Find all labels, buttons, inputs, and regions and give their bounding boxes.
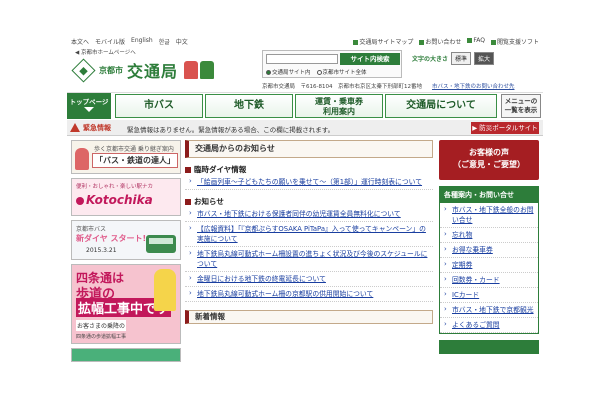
side-link[interactable]: 市バス・地下鉄全般のお問い合せ <box>440 203 538 228</box>
nav-tab-subway[interactable]: 地下鉄 <box>205 94 293 118</box>
special-schedule-heading: 臨時ダイヤ情報 <box>185 164 433 175</box>
logo-city: 京都市 <box>99 65 123 75</box>
banner-column: 歩く京都市交通 乗り継ぎ案内 「バス・鉄道の達人」 便利・おしゃれ・楽しい駅ナカ… <box>71 140 181 366</box>
kotochika-logo-icon <box>76 197 84 205</box>
city-emblem-icon <box>71 57 96 83</box>
new-info-heading: 新着情報 <box>185 310 433 324</box>
search-box: サイト内検索 交通局サイト内 京都市サイト全体 <box>262 50 402 78</box>
help-icon <box>467 38 473 43</box>
util-link-sitemap[interactable]: 交通局サイトマップ <box>353 37 413 46</box>
banner-new-timetable[interactable]: 京都市バス 新ダイヤ スタート! 2015.3.21 <box>71 220 181 260</box>
mascot-icon <box>184 61 215 79</box>
mail-icon <box>419 40 425 45</box>
disaster-portal-button[interactable]: ▶ 防災ポータルサイト <box>471 122 539 134</box>
util-link-english[interactable]: English <box>131 37 153 46</box>
util-link-contact[interactable]: お問い合わせ <box>419 37 461 46</box>
side-green-bar <box>439 340 539 354</box>
utility-bar: 本文へ モバイル版 English 한글 中文 交通局サイトマップ お問い合わせ… <box>67 36 543 46</box>
radio-all[interactable]: 京都市サイト全体 <box>316 68 367 76</box>
side-link[interactable]: 忘れ物 <box>440 228 538 243</box>
square-bullet-icon <box>185 166 191 173</box>
nav-top-page[interactable]: トップページ <box>67 93 111 119</box>
util-link-chinese[interactable]: 中文 <box>176 37 188 46</box>
main-content: 交通局からのお知らせ 臨時ダイヤ情報 「絵画列車〜子どもたちの願いを乗せて〜（第… <box>185 140 433 324</box>
emergency-message: 緊急情報はありません。緊急情報がある場合、この欄に掲載されます。 <box>127 126 335 134</box>
emergency-bar: 緊急情報 緊急情報はありません。緊急情報がある場合、この欄に掲載されます。 ▶ … <box>67 120 543 136</box>
side-link[interactable]: 回数券・カード <box>440 273 538 288</box>
search-input[interactable] <box>266 54 338 64</box>
sitemap-icon <box>353 40 359 45</box>
nav-tab-about[interactable]: 交通局について <box>385 94 497 118</box>
notice-link[interactable]: 「絵画列車〜子どもたちの願いを乗せて〜（第1部）」運行時刻表について <box>185 175 433 190</box>
notice-link[interactable]: 地下鉄烏丸線可動式ホーム柵設置の進ちょく状況及び今後のスケジュールについて <box>185 247 433 272</box>
customer-voice-button[interactable]: お客様の声 （ご意見・ご要望） <box>439 140 539 180</box>
notice-link[interactable]: 【広報資料】「『京都ぷらすOSAKA PiTaPa』入って使ってキャンペーン」の… <box>185 222 433 247</box>
nav-tab-bus[interactable]: 市バス <box>115 94 203 118</box>
search-button[interactable]: サイト内検索 <box>340 53 400 65</box>
banner-green[interactable] <box>71 348 181 362</box>
notice-link[interactable]: 金曜日における地下鉄の終電延長について <box>185 272 433 287</box>
font-size-control: 文字の大きさ 標準 拡大 <box>412 52 495 65</box>
arrow-down-icon <box>84 107 94 112</box>
global-nav: トップページ 市バス 地下鉄 運賃・乗車券 利用案内 交通局について メニューの… <box>67 92 543 119</box>
site-logo[interactable]: 京都市 交通局 <box>71 57 215 83</box>
header: ◀ 京都市ホームページへ 京都市 交通局 サイト内検索 交通局サイト内 京都市サ… <box>67 46 543 92</box>
notice-link[interactable]: 市バス・地下鉄における保護者同伴の幼児運賃全員無料化について <box>185 207 433 222</box>
banner-shijo-construction[interactable]: 四条通は 歩道の 拡幅工事中です お客さまの乗降の 四条通の歩道拡幅工事 <box>71 264 181 344</box>
warning-icon <box>70 123 80 132</box>
radio-site[interactable]: 交通局サイト内 <box>266 68 311 76</box>
util-link-mobile[interactable]: モバイル版 <box>95 37 125 46</box>
bus-icon <box>146 235 176 253</box>
side-link[interactable]: 市バス・地下鉄で京都観光 <box>440 303 538 318</box>
side-link[interactable]: お得な乗車券 <box>440 243 538 258</box>
logo-bureau: 交通局 <box>127 62 179 81</box>
util-link-korean[interactable]: 한글 <box>159 37 170 46</box>
side-link[interactable]: 定期券 <box>440 258 538 273</box>
emergency-title: 緊急情報 <box>83 124 111 132</box>
banner-kotochika[interactable]: 便利・おしゃれ・楽しい駅ナカ Kotochika <box>71 178 181 216</box>
city-homepage-link[interactable]: ◀ 京都市ホームページへ <box>75 48 136 56</box>
nav-tab-fares[interactable]: 運賃・乗車券 利用案内 <box>295 94 383 118</box>
util-link-faq[interactable]: FAQ <box>467 37 485 46</box>
banner-transit-master[interactable]: 歩く京都市交通 乗り継ぎ案内 「バス・鉄道の達人」 <box>71 140 181 174</box>
util-link-main[interactable]: 本文へ <box>71 37 89 46</box>
announcements-heading: お知らせ <box>185 196 433 207</box>
util-link-accessibility[interactable]: 閲覧支援ソフト <box>490 37 539 46</box>
font-standard-button[interactable]: 標準 <box>451 52 472 65</box>
square-bullet-icon <box>185 198 191 205</box>
character-icon <box>75 148 89 170</box>
kyoto-transport-page: 本文へ モバイル版 English 한글 中文 交通局サイトマップ お問い合わせ… <box>67 36 543 400</box>
worker-icon <box>154 269 176 311</box>
contact-link[interactable]: 市バス・地下鉄のお問い合わせ先 <box>432 84 515 90</box>
address-line: 京都市交通局 〒616-8104 京都市右京区太秦下刑部町12番地 市バス・地下鉄… <box>262 84 515 90</box>
accessibility-icon <box>490 40 496 45</box>
notice-link[interactable]: 地下鉄烏丸線可動式ホーム柵の京都駅の供用開始について <box>185 287 433 302</box>
menu-list-button[interactable]: メニューの 一覧を表示 <box>501 94 541 118</box>
side-link[interactable]: ICカード <box>440 288 538 303</box>
side-link[interactable]: よくあるご質問 <box>440 318 538 333</box>
info-box-title: 各種案内・お問い合せ <box>440 187 538 203</box>
font-size-label: 文字の大きさ <box>412 56 449 63</box>
notice-heading: 交通局からのお知らせ <box>185 140 433 158</box>
info-box: 各種案内・お問い合せ 市バス・地下鉄全般のお問い合せ 忘れ物 お得な乗車券 定期… <box>439 186 539 334</box>
side-column: お客様の声 （ご意見・ご要望） 各種案内・お問い合せ 市バス・地下鉄全般のお問い… <box>439 140 539 354</box>
font-large-button[interactable]: 拡大 <box>474 52 495 65</box>
